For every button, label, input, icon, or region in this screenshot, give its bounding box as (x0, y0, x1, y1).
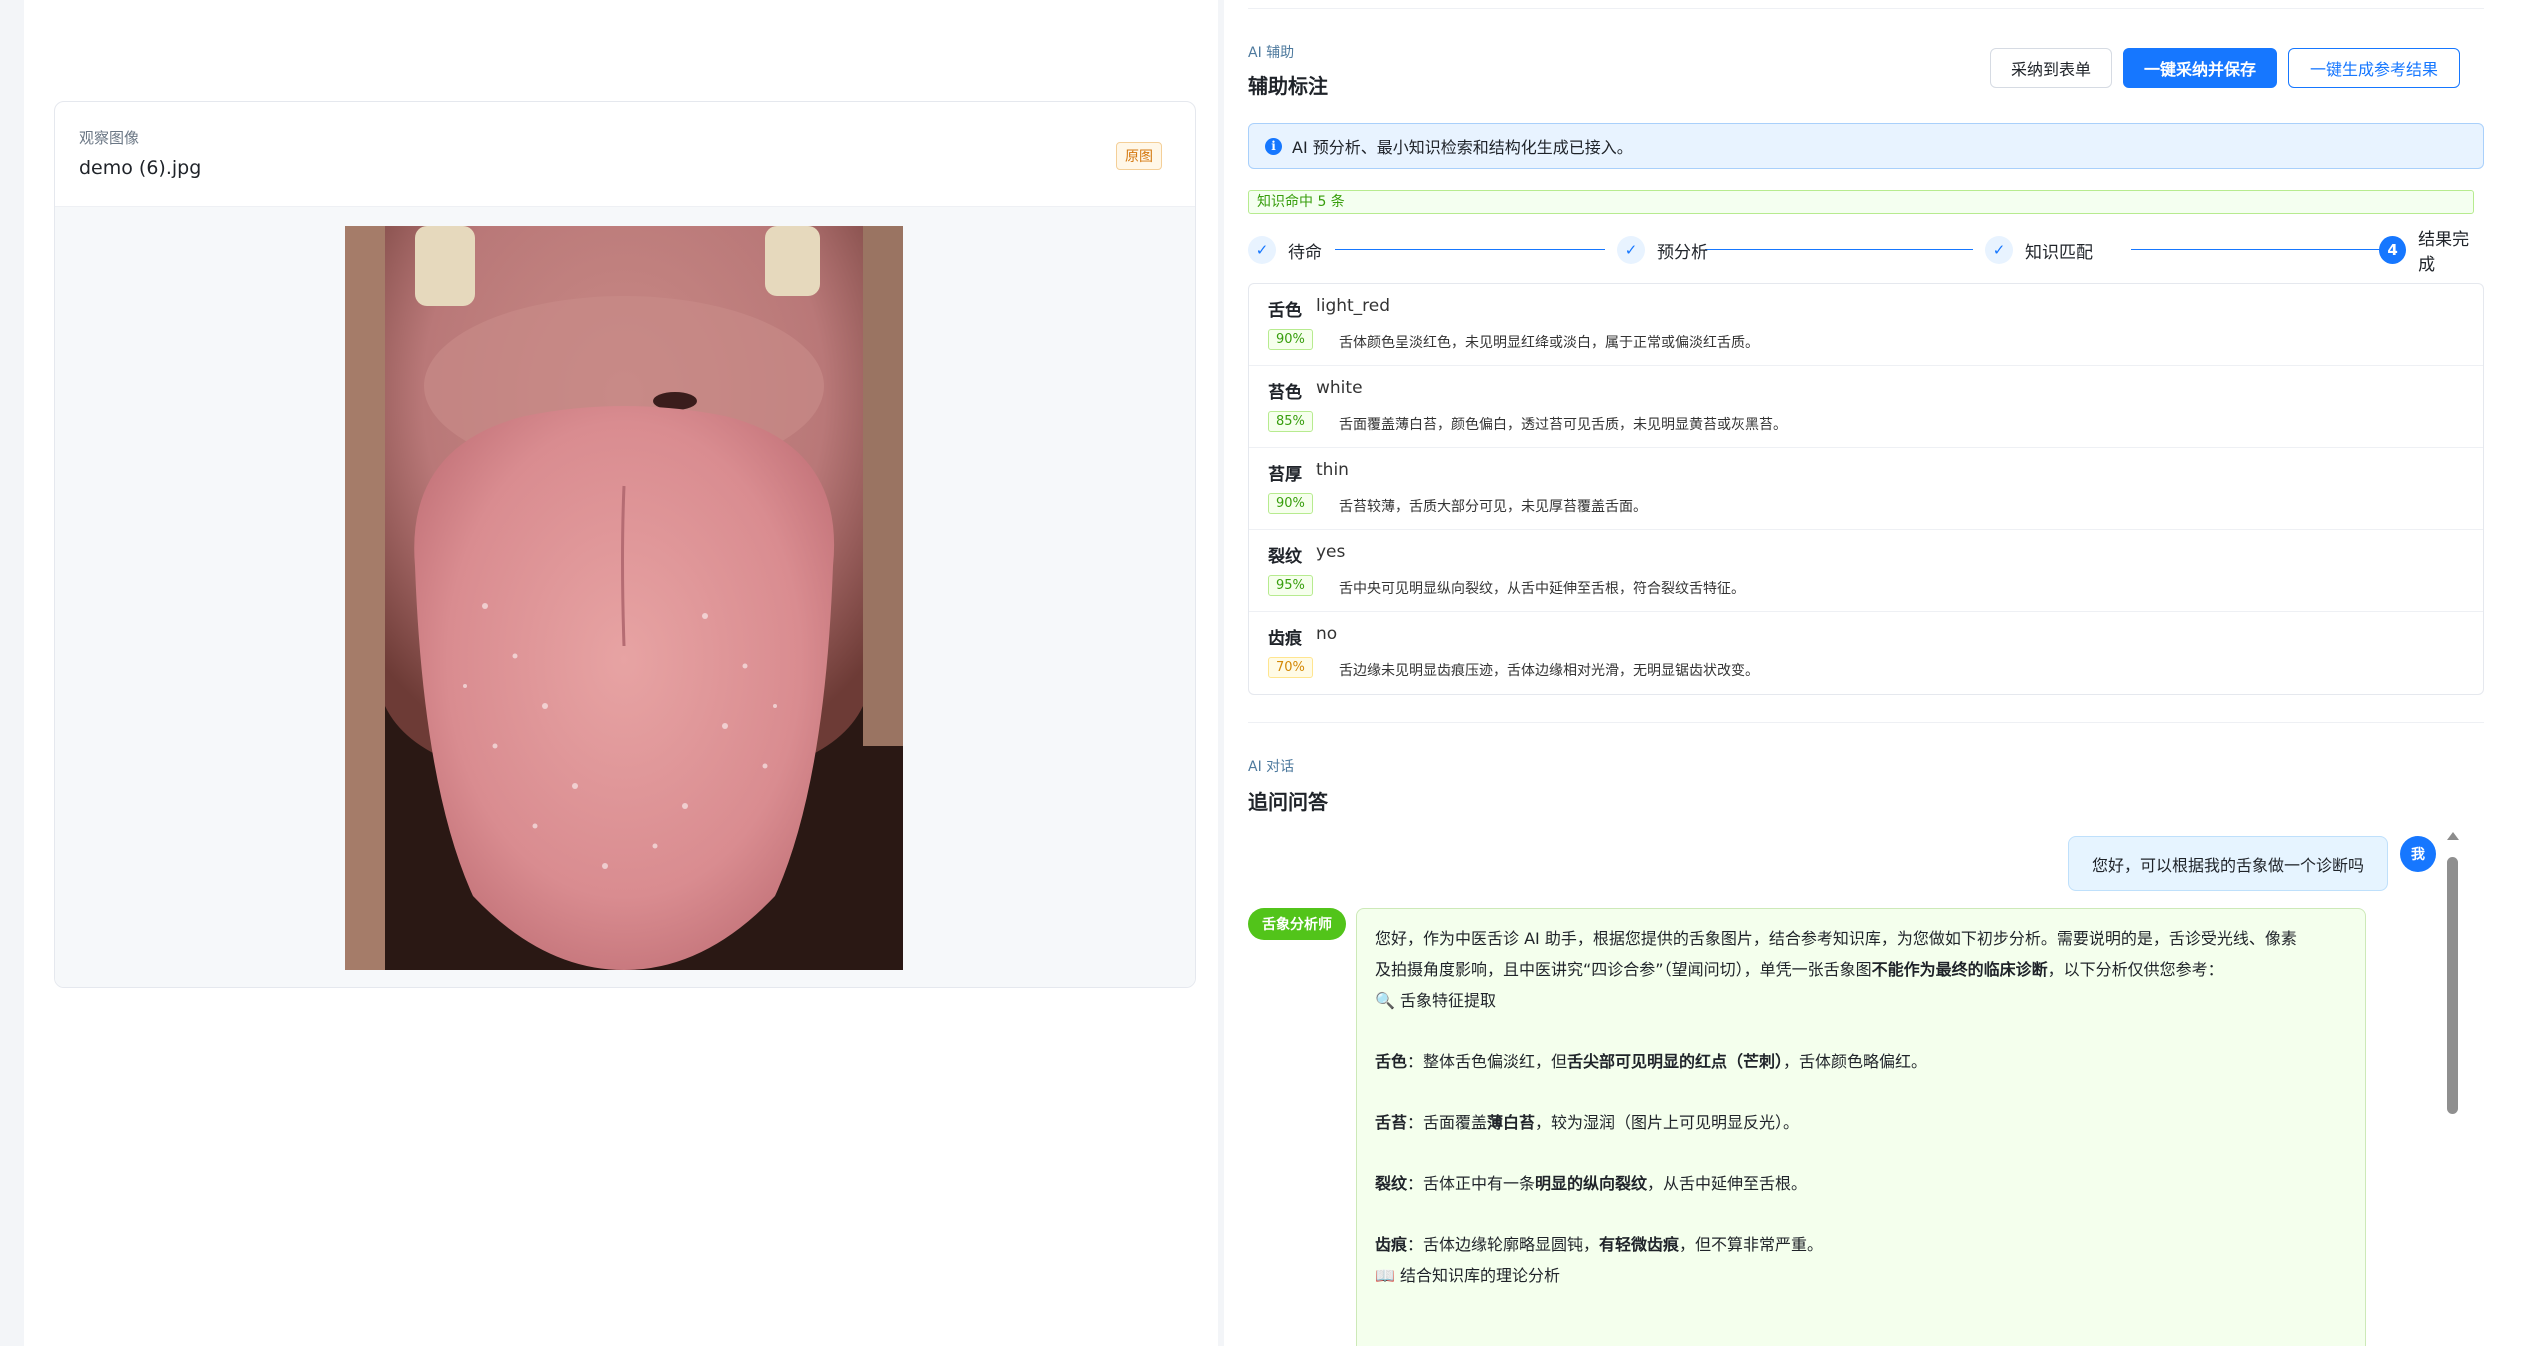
confidence-badge: 90% (1268, 329, 1313, 350)
assist-eyebrow: AI 辅助 (1248, 45, 1295, 61)
result-label: 苔厚 (1268, 465, 1302, 485)
check-icon: ✓ (1985, 236, 2013, 264)
result-value: light_red (1316, 296, 1391, 316)
right-panel: AI 辅助 辅助标注 采纳到表单 一键采纳并保存 一键生成参考结果 i AI 预… (1224, 0, 2538, 1346)
bot-text: 舌色：整体舌色偏淡红，但舌尖部可见明显的红点（芒刺），舌体颜色略偏红。 (1375, 1052, 1928, 1071)
bot-section-heading: 🔍 舌象特征提取 (1375, 991, 1497, 1010)
result-label: 齿痕 (1268, 629, 1302, 649)
bot-text: 齿痕：舌体边缘轮廓略显圆钝，有轻微齿痕，但不算非常严重。 (1375, 1235, 1824, 1254)
step-label: 知识匹配 (2025, 242, 2093, 263)
result-description: 舌体颜色呈淡红色，未见明显红绛或淡白，属于正常或偏淡红舌质。 (1339, 335, 1759, 351)
result-row-tongue-color: 舌色 light_red 90% 舌体颜色呈淡红色，未见明显红绛或淡白，属于正常… (1249, 284, 2483, 366)
step-label: 结果完成 (2418, 230, 2470, 275)
result-value: thin (1316, 460, 1349, 480)
scrollbar-thumb[interactable] (2447, 857, 2458, 1114)
result-description: 舌中央可见明显纵向裂纹，从舌中延伸至舌根，符合裂纹舌特征。 (1339, 581, 1745, 597)
info-icon: i (1265, 137, 1282, 155)
confidence-badge: 90% (1268, 493, 1313, 514)
assist-title: 辅助标注 (1248, 74, 1328, 98)
left-panel: 观察图像 demo (6).jpg 原图 (24, 0, 1218, 1346)
result-row-teeth-marks: 齿痕 no 70% 舌边缘未见明显齿痕压迹，舌体边缘相对光滑，无明显锯齿状改变。 (1249, 612, 2483, 694)
confidence-badge: 70% (1268, 657, 1313, 678)
result-value: no (1316, 624, 1338, 644)
info-alert: i AI 预分析、最小知识检索和结构化生成已接入。 (1248, 123, 2484, 169)
bot-message: 您好，作为中医舌诊 AI 助手，根据您提供的舌象图片，结合参考知识库，为您做如下… (1356, 908, 2366, 1346)
step-connector (1705, 249, 1973, 250)
user-avatar: 我 (2400, 836, 2436, 872)
bot-section-heading: 📖 结合知识库的理论分析 (1375, 1266, 1561, 1285)
step-preanalysis: ✓ 预分析 (1617, 235, 1708, 265)
result-value: yes (1316, 542, 1346, 562)
bot-text: 裂纹：舌体正中有一条明显的纵向裂纹，从舌中延伸至舌根。 (1375, 1174, 1808, 1193)
result-label: 苔色 (1268, 383, 1302, 403)
bot-text: 您好，作为中医舌诊 AI 助手，根据您提供的舌象图片，结合参考知识库，为您做如下… (1375, 929, 2297, 948)
result-description: 舌苔较薄，舌质大部分可见，未见厚苔覆盖舌面。 (1339, 499, 1647, 515)
step-label: 待命 (1288, 242, 1322, 263)
image-filename: demo (6).jpg (79, 157, 202, 179)
confidence-badge: 85% (1268, 411, 1313, 432)
info-alert-text: AI 预分析、最小知识检索和结构化生成已接入。 (1292, 138, 1633, 157)
scroll-up-arrow-icon[interactable] (2447, 832, 2459, 840)
step-number: 4 (2379, 236, 2407, 264)
original-tag: 原图 (1116, 142, 1162, 170)
user-message: 您好，可以根据我的舌象做一个诊断吗 (2068, 836, 2388, 891)
image-card: 观察图像 demo (6).jpg 原图 (54, 101, 1196, 988)
step-connector (2131, 249, 2383, 250)
step-connector (1335, 249, 1605, 250)
check-icon: ✓ (1248, 236, 1276, 264)
confidence-badge: 95% (1268, 575, 1313, 596)
image-card-header: 观察图像 demo (6).jpg 原图 (55, 102, 1195, 207)
divider (1248, 8, 2484, 9)
knowledge-hit-tag: 知识命中 5 条 (1248, 190, 2474, 214)
step-knowledge-match: ✓ 知识匹配 (1985, 235, 2093, 265)
image-card-eyebrow: 观察图像 (79, 129, 140, 147)
result-description: 舌面覆盖薄白苔，颜色偏白，透过苔可见舌质，未见明显黄苔或灰黑苔。 (1339, 417, 1787, 433)
chat-title: 追问问答 (1248, 790, 1328, 814)
result-list: 舌色 light_red 90% 舌体颜色呈淡红色，未见明显红绛或淡白，属于正常… (1248, 283, 2484, 695)
result-value: white (1316, 378, 1363, 398)
chat-eyebrow: AI 对话 (1248, 759, 1295, 775)
step-complete: 4 结果完成 (2379, 230, 2484, 275)
bot-text: 舌苔：舌面覆盖薄白苔，较为湿润（图片上可见明显反光）。 (1375, 1113, 1800, 1132)
step-standby: ✓ 待命 (1248, 235, 1322, 265)
step-label: 预分析 (1657, 242, 1708, 263)
result-row-coating-color: 苔色 white 85% 舌面覆盖薄白苔，颜色偏白，透过苔可见舌质，未见明显黄苔… (1249, 366, 2483, 448)
result-label: 舌色 (1268, 301, 1302, 321)
bot-text: 及拍摄角度影响，且中医讲究“四诊合参”（望闻问切），单凭一张舌象图不能作为最终的… (1375, 960, 2224, 979)
result-row-coating-thickness: 苔厚 thin 90% 舌苔较薄，舌质大部分可见，未见厚苔覆盖舌面。 (1249, 448, 2483, 530)
bot-name-badge: 舌象分析师 (1248, 908, 1346, 940)
tongue-photo[interactable] (345, 226, 903, 970)
result-row-cracks: 裂纹 yes 95% 舌中央可见明显纵向裂纹，从舌中延伸至舌根，符合裂纹舌特征。 (1249, 530, 2483, 612)
check-icon: ✓ (1617, 236, 1645, 264)
chat-messages[interactable]: 您好，可以根据我的舌象做一个诊断吗 我 舌象分析师 您好，作为中医舌诊 AI 助… (1248, 828, 2484, 1346)
chat-scrollbar[interactable] (2444, 832, 2460, 1346)
generate-reference-button[interactable]: 一键生成参考结果 (2288, 48, 2460, 88)
result-description: 舌边缘未见明显齿痕压迹，舌体边缘相对光滑，无明显锯齿状改变。 (1339, 663, 1759, 679)
progress-steps: ✓ 待命 ✓ 预分析 ✓ 知识匹配 4 结果完成 (1248, 230, 2484, 275)
divider (1248, 722, 2484, 723)
result-label: 裂纹 (1268, 547, 1302, 567)
adopt-and-save-button[interactable]: 一键采纳并保存 (2123, 48, 2277, 88)
adopt-to-form-button[interactable]: 采纳到表单 (1990, 48, 2112, 88)
image-viewer (55, 207, 1195, 987)
